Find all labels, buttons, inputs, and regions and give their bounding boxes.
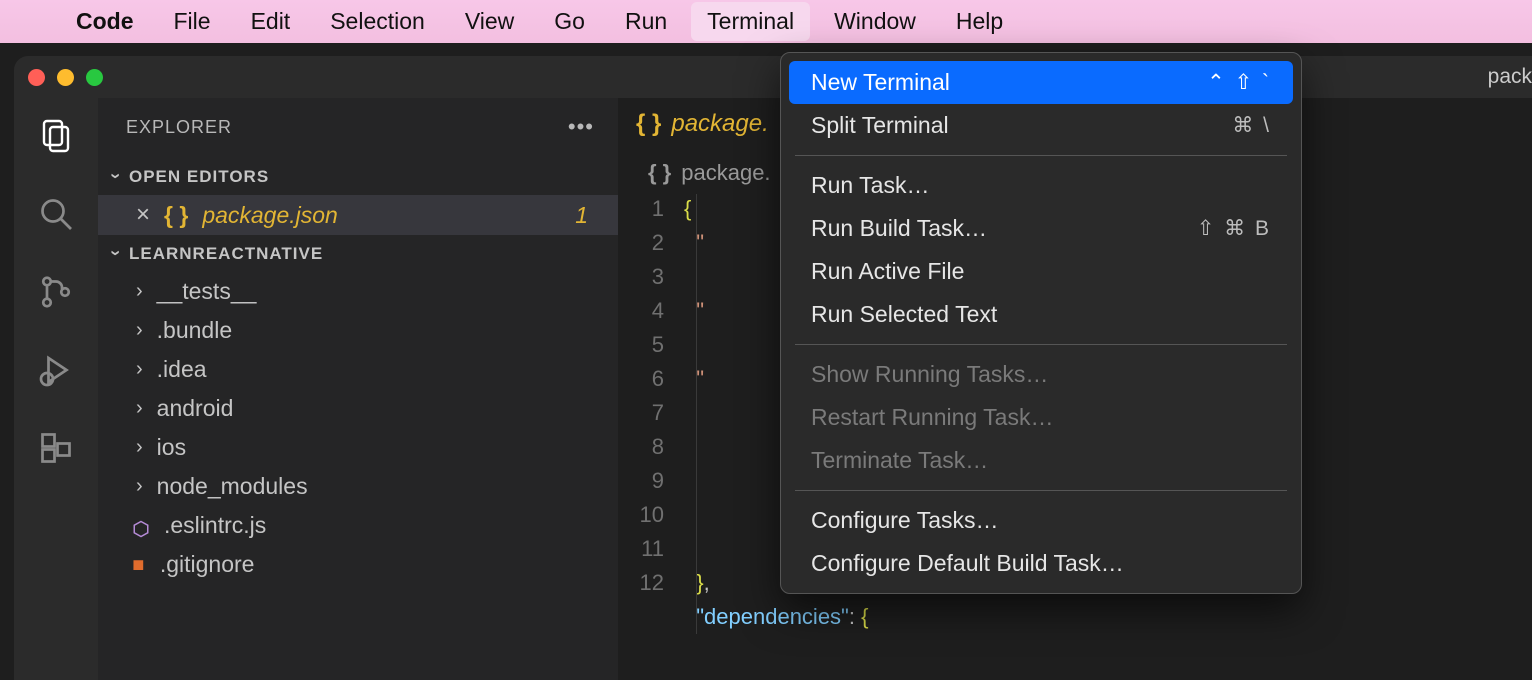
menu-item-configure-default-build-task[interactable]: Configure Default Build Task… [789, 542, 1293, 585]
git-file-icon: ◆ [127, 552, 152, 577]
window-close-button[interactable] [28, 69, 45, 86]
menu-item-restart-running-task: Restart Running Task… [789, 396, 1293, 439]
file-name: .gitignore [160, 551, 255, 578]
json-file-icon: { } [636, 110, 661, 138]
menu-item-label: Run Build Task… [811, 215, 987, 242]
source-control-icon[interactable] [36, 272, 76, 312]
chevron-right-icon: › [136, 397, 143, 420]
menu-separator [795, 344, 1287, 345]
breadcrumb-label: package. [681, 160, 770, 186]
folder-name: android [157, 395, 234, 422]
json-file-icon: { } [648, 160, 671, 186]
folder-item[interactable]: › .bundle [98, 311, 618, 350]
json-file-icon: { } [164, 202, 188, 229]
open-editors-label: OPEN EDITORS [129, 167, 269, 187]
folder-item[interactable]: › .idea [98, 350, 618, 389]
close-icon[interactable]: × [136, 201, 150, 229]
menu-item-label: Show Running Tasks… [811, 361, 1048, 388]
menu-item-run-active-file[interactable]: Run Active File [789, 250, 1293, 293]
explorer-sidebar: EXPLORER ••• › OPEN EDITORS × { } packag… [98, 98, 618, 680]
editor-tab-label: package. [671, 110, 768, 138]
vscode-window: pack EXPLORER ••• [14, 56, 1532, 680]
menu-item-label: New Terminal [811, 69, 950, 96]
menu-item-label: Restart Running Task… [811, 404, 1053, 431]
folder-item[interactable]: › __tests__ [98, 272, 618, 311]
window-title-right: pack [1488, 65, 1532, 89]
folder-name: node_modules [157, 473, 308, 500]
menu-terminal[interactable]: Terminal [691, 2, 810, 41]
folder-name: .idea [157, 356, 207, 383]
chevron-right-icon: › [136, 280, 143, 303]
chevron-right-icon: › [136, 358, 143, 381]
menu-view[interactable]: View [465, 8, 514, 35]
open-editors-header[interactable]: › OPEN EDITORS [98, 158, 618, 195]
folder-name: ios [157, 434, 186, 461]
activity-bar [14, 98, 98, 680]
menu-item-configure-tasks[interactable]: Configure Tasks… [789, 499, 1293, 542]
menu-item-shortcut: ⇧ ⌘ B [1197, 216, 1271, 241]
open-editor-item[interactable]: × { } package.json 1 [98, 195, 618, 235]
editor-tab[interactable]: { } package. [636, 110, 769, 138]
project-header[interactable]: › LEARNREACTNATIVE [98, 235, 618, 272]
file-item[interactable]: ◆ .gitignore [98, 545, 618, 584]
menu-item-show-running-tasks: Show Running Tasks… [789, 353, 1293, 396]
menu-item-terminate-task: Terminate Task… [789, 439, 1293, 482]
menu-go[interactable]: Go [554, 8, 585, 35]
menu-separator [795, 155, 1287, 156]
menu-item-run-selected-text[interactable]: Run Selected Text [789, 293, 1293, 336]
menu-separator [795, 490, 1287, 491]
open-editor-dirty-count: 1 [575, 202, 602, 229]
terminal-menu-dropdown: New Terminal ⌃ ⇧ ` Split Terminal ⌘ \ Ru… [780, 52, 1302, 594]
extensions-icon[interactable] [36, 428, 76, 468]
menu-item-shortcut: ⌘ \ [1232, 113, 1271, 138]
folder-name: __tests__ [157, 278, 257, 305]
menu-item-label: Run Task… [811, 172, 929, 199]
menu-run[interactable]: Run [625, 8, 667, 35]
chevron-down-icon: › [105, 173, 126, 180]
eslint-file-icon [132, 517, 150, 535]
menu-item-run-build-task[interactable]: Run Build Task… ⇧ ⌘ B [789, 207, 1293, 250]
menu-item-label: Run Active File [811, 258, 964, 285]
chevron-down-icon: › [105, 250, 126, 257]
window-minimize-button[interactable] [57, 69, 74, 86]
folder-item[interactable]: › android [98, 389, 618, 428]
run-debug-icon[interactable] [36, 350, 76, 390]
menu-item-label: Configure Default Build Task… [811, 550, 1124, 577]
chevron-right-icon: › [136, 475, 143, 498]
project-name: LEARNREACTNATIVE [129, 244, 323, 264]
explorer-more-icon[interactable]: ••• [568, 114, 594, 140]
menu-window[interactable]: Window [834, 8, 916, 35]
folder-item[interactable]: › ios [98, 428, 618, 467]
file-item[interactable]: .eslintrc.js [98, 506, 618, 545]
chevron-right-icon: › [136, 436, 143, 459]
explorer-icon[interactable] [36, 116, 76, 156]
line-number-gutter: 1 2 3 4 5 6 7 8 9 10 11 12 [618, 192, 684, 634]
menu-app[interactable]: Code [76, 8, 134, 35]
menu-help[interactable]: Help [956, 8, 1003, 35]
menu-item-shortcut: ⌃ ⇧ ` [1207, 70, 1271, 95]
menu-item-label: Configure Tasks… [811, 507, 999, 534]
folder-name: .bundle [157, 317, 232, 344]
macos-menubar: Code File Edit Selection View Go Run Ter… [0, 0, 1532, 43]
file-name: .eslintrc.js [164, 512, 266, 539]
menu-file[interactable]: File [174, 8, 211, 35]
menu-item-split-terminal[interactable]: Split Terminal ⌘ \ [789, 104, 1293, 147]
menu-item-run-task[interactable]: Run Task… [789, 164, 1293, 207]
explorer-title: EXPLORER [126, 117, 232, 138]
menu-item-label: Terminate Task… [811, 447, 988, 474]
menu-item-label: Run Selected Text [811, 301, 997, 328]
search-icon[interactable] [36, 194, 76, 234]
menu-edit[interactable]: Edit [251, 8, 291, 35]
open-editor-filename: package.json [202, 202, 338, 229]
menu-selection[interactable]: Selection [330, 8, 425, 35]
folder-item[interactable]: › node_modules [98, 467, 618, 506]
menu-item-new-terminal[interactable]: New Terminal ⌃ ⇧ ` [789, 61, 1293, 104]
menu-item-label: Split Terminal [811, 112, 949, 139]
window-zoom-button[interactable] [86, 69, 103, 86]
chevron-right-icon: › [136, 319, 143, 342]
window-titlebar: pack [14, 56, 1532, 98]
